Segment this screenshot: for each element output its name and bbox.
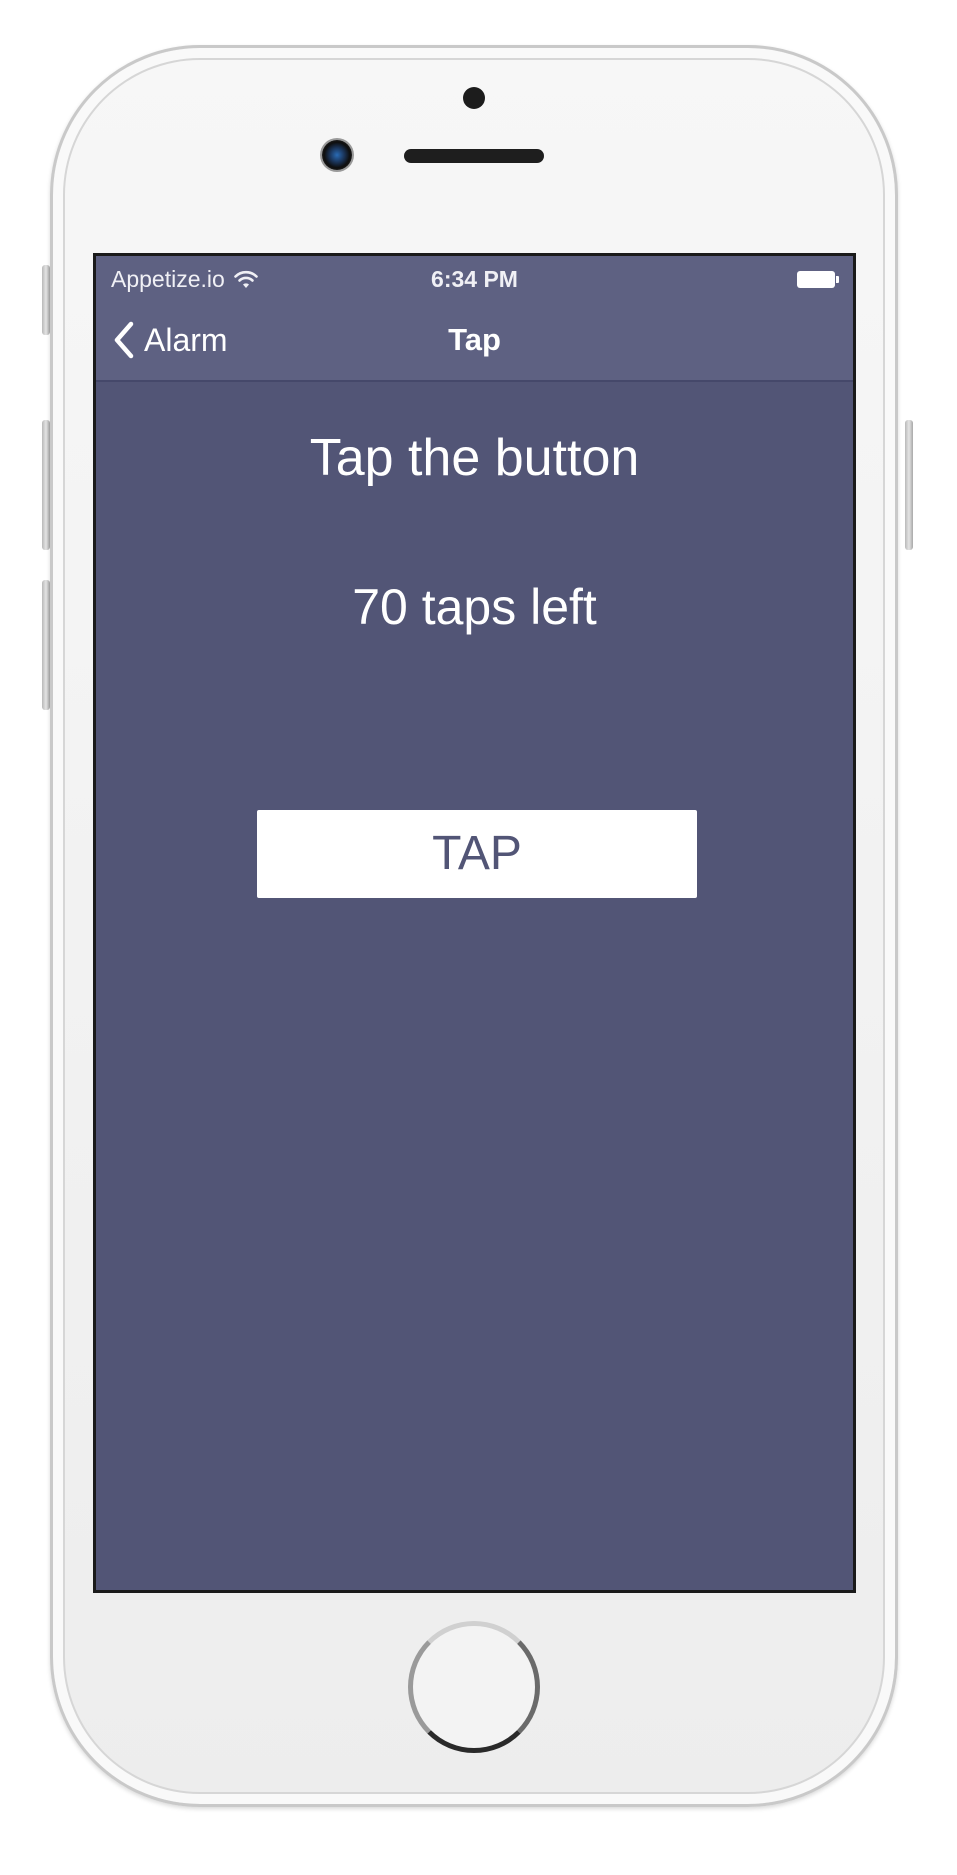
status-bar: Appetize.io 6:34 PM — [96, 256, 853, 300]
chevron-left-icon — [114, 321, 134, 359]
device-frame-stage: Appetize.io 6:34 PM Alarm Tap Tap the bu… — [0, 0, 957, 1875]
power-button — [905, 420, 913, 550]
proximity-sensor — [463, 87, 485, 109]
mute-switch — [42, 265, 50, 335]
battery-full-icon — [797, 270, 839, 288]
navigation-bar: Alarm Tap — [96, 300, 853, 382]
battery-tip — [836, 275, 839, 283]
home-button[interactable] — [408, 1621, 540, 1753]
battery-body — [797, 270, 836, 288]
app-screen: Appetize.io 6:34 PM Alarm Tap Tap the bu… — [93, 253, 856, 1593]
volume-up-button — [42, 420, 50, 550]
back-button-label: Alarm — [144, 321, 228, 358]
front-camera — [322, 140, 352, 170]
status-time: 6:34 PM — [431, 266, 518, 292]
tap-button[interactable]: TAP — [257, 810, 697, 898]
volume-down-button — [42, 580, 50, 710]
earpiece-speaker — [404, 149, 544, 163]
instruction-heading: Tap the button — [309, 429, 640, 487]
taps-left-counter: 70 taps left — [352, 579, 597, 635]
back-button[interactable]: Alarm — [112, 300, 228, 380]
